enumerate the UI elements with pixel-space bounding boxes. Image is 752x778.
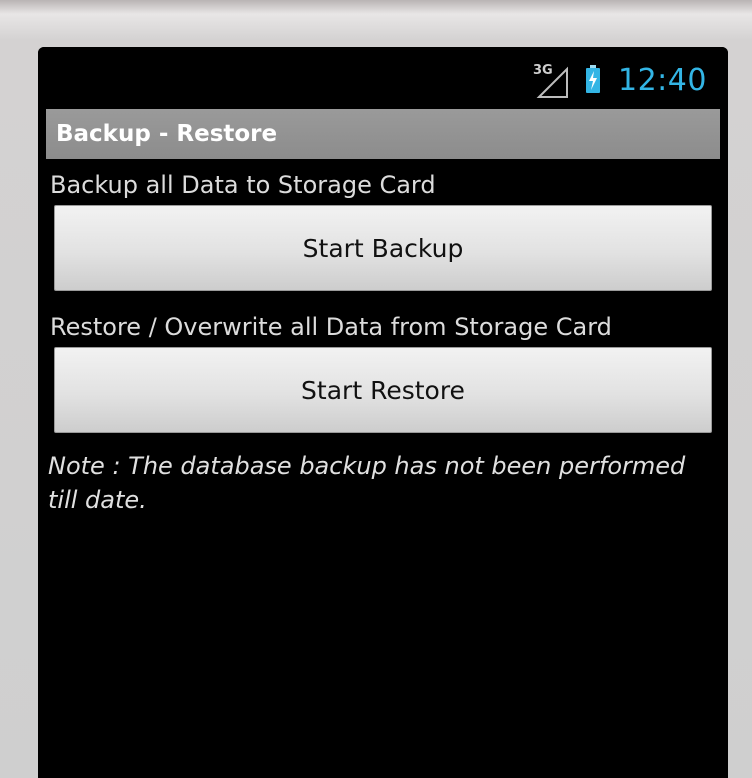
page-title: Backup - Restore bbox=[56, 121, 278, 147]
phone-screen: 3G 12:40 Backup - Restore Backup all Dat… bbox=[38, 47, 728, 778]
signal-icon: 3G bbox=[533, 63, 573, 99]
start-backup-button[interactable]: Start Backup bbox=[54, 205, 712, 291]
start-restore-button[interactable]: Start Restore bbox=[54, 347, 712, 433]
device-frame: 3G 12:40 Backup - Restore Backup all Dat… bbox=[0, 0, 752, 778]
backup-status-note: Note : The database backup has not been … bbox=[48, 452, 686, 514]
clock-time: 12:40 bbox=[618, 63, 707, 98]
battery-charging-icon bbox=[585, 65, 601, 93]
restore-description: Restore / Overwrite all Data from Storag… bbox=[50, 313, 612, 341]
title-bar: Backup - Restore bbox=[46, 109, 720, 159]
status-bar: 3G 12:40 bbox=[38, 47, 728, 107]
backup-description: Backup all Data to Storage Card bbox=[50, 171, 436, 199]
